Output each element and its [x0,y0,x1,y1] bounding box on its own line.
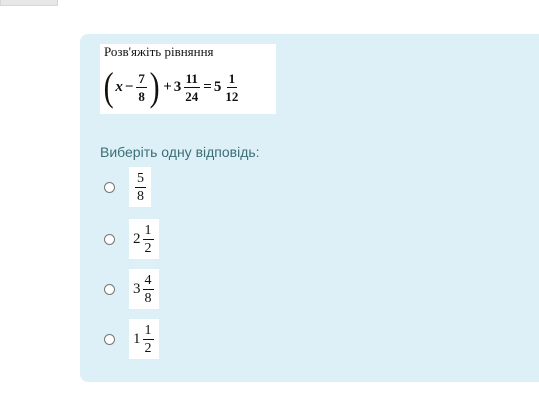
fraction-1-numerator: 7 [136,70,147,88]
radio-button[interactable] [104,181,115,193]
answer-numerator: 1 [142,322,154,340]
answer-denominator: 8 [137,188,144,204]
answer-image: 1 1 2 [129,319,159,359]
close-paren: ) [149,64,160,109]
question-prompt: Розв'яжіть рівняння [104,44,214,59]
radio-button[interactable] [104,333,115,345]
answer-whole: 2 [133,230,141,247]
top-tab[interactable] [0,0,58,6]
fraction-3-denominator: 12 [225,88,239,104]
answer-fraction: 4 8 [142,272,154,307]
answer-denominator: 2 [144,340,152,356]
answer-fraction: 1 2 [142,222,154,257]
answer-instruction: Виберіть одну відповідь: [100,144,260,160]
whole-3: 5 [213,78,222,95]
answer-option-1[interactable]: 5 8 [104,167,151,207]
answer-image: 5 8 [129,167,151,207]
minus-sign: − [124,78,134,95]
answer-numerator: 4 [142,272,154,290]
fraction-1-denominator: 8 [138,88,145,104]
answer-whole: 3 [133,280,141,297]
fraction-3-numerator: 1 [226,70,238,88]
question-image: Розв'яжіть рівняння ( x − 7 8 ) + 3 11 2… [100,44,276,114]
answer-numerator: 5 [135,170,146,188]
answer-option-3[interactable]: 3 4 8 [104,269,159,309]
fraction-3: 1 12 [223,70,240,105]
answer-denominator: 2 [144,240,152,256]
fraction-2: 11 24 [183,70,200,105]
radio-button[interactable] [104,233,115,245]
answer-whole: 1 [133,330,141,347]
variable-x: x [115,78,123,95]
fraction-2-numerator: 11 [183,70,200,88]
answer-fraction: 5 8 [135,170,146,205]
answer-option-2[interactable]: 2 1 2 [104,219,159,259]
equals-sign: = [203,78,212,95]
answer-denominator: 8 [144,290,152,306]
radio-button[interactable] [104,283,115,295]
plus-sign: + [163,78,172,95]
open-paren: ( [103,64,114,109]
fraction-1: 7 8 [136,70,147,105]
answer-fraction: 1 2 [142,322,154,357]
answer-numerator: 1 [142,222,154,240]
answer-option-4[interactable]: 1 1 2 [104,319,159,359]
whole-2: 3 [173,78,182,95]
equation: ( x − 7 8 ) + 3 11 24 = 5 1 12 [102,64,241,110]
answer-image: 3 4 8 [129,269,159,309]
answer-image: 2 1 2 [129,219,159,259]
fraction-2-denominator: 24 [185,88,199,104]
